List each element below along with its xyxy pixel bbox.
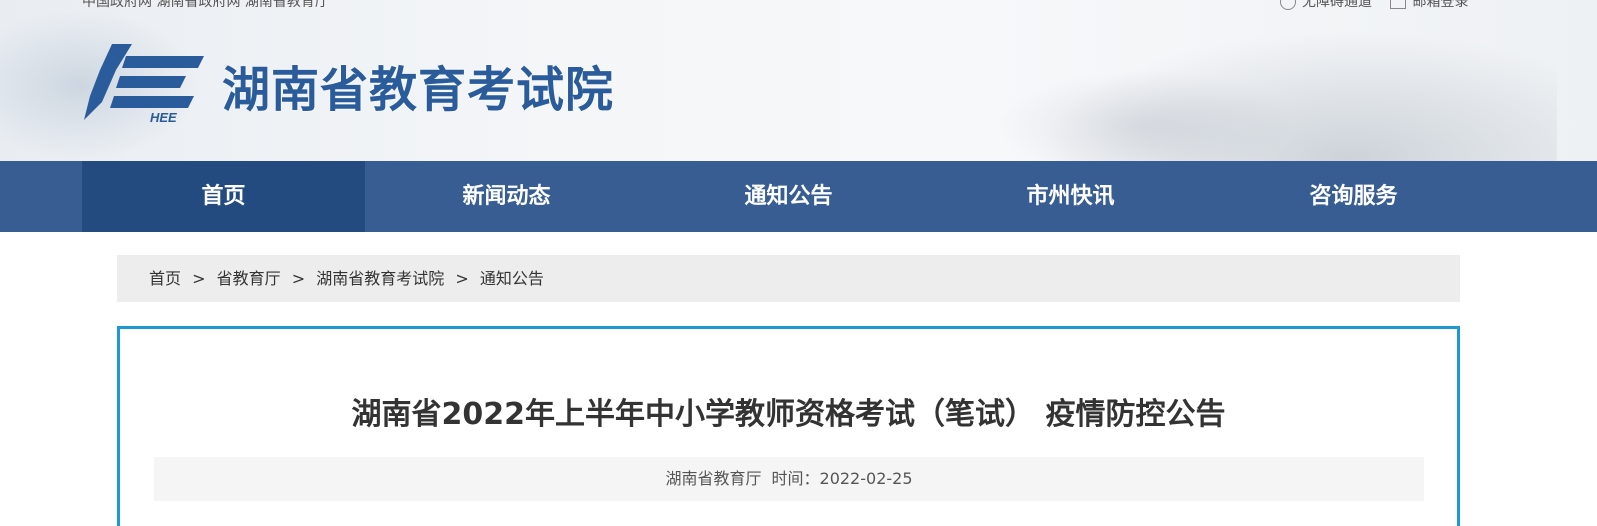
nav-consulting[interactable]: 咨询服务 <box>1212 161 1495 232</box>
breadcrumb-notices[interactable]: 通知公告 <box>480 269 544 288</box>
article-meta: 湖南省教育厅 时间：2022-02-25 <box>154 457 1424 501</box>
breadcrumb-separator: > <box>192 269 206 288</box>
nav-news[interactable]: 新闻动态 <box>365 161 648 232</box>
header-banner: 中国政府网 湖南省政府网 湖南省教育厅 无障碍通道 邮箱登录 HEE 湖南省教育… <box>0 0 1597 161</box>
logo-text: HEE <box>150 110 177 124</box>
top-links: 中国政府网 湖南省政府网 湖南省教育厅 <box>82 0 329 11</box>
breadcrumb-edu-dept[interactable]: 省教育厅 <box>217 269 281 288</box>
article-panel: 湖南省2022年上半年中小学教师资格考试（笔试） 疫情防控公告 湖南省教育厅 时间… <box>117 326 1460 526</box>
article-date: 2022-02-25 <box>819 469 913 488</box>
accessibility-icon <box>1280 0 1296 10</box>
article-time-label: 时间： <box>771 469 820 488</box>
email-login-link[interactable]: 邮箱登录 <box>1412 0 1468 10</box>
breadcrumb-exam-institute[interactable]: 湖南省教育考试院 <box>316 269 444 288</box>
nav-home[interactable]: 首页 <box>82 161 365 232</box>
site-title[interactable]: 湖南省教育考试院 <box>222 50 614 120</box>
breadcrumb: 首页 > 省教育厅 > 湖南省教育考试院 > 通知公告 <box>117 255 1460 302</box>
top-link-hunan-gov[interactable]: 湖南省政府网 <box>156 0 240 10</box>
banner-decoration-mountain <box>997 70 1297 161</box>
top-right-links: 无障碍通道 邮箱登录 <box>1280 0 1468 11</box>
nav-notices[interactable]: 通知公告 <box>647 161 930 232</box>
breadcrumb-separator: > <box>455 269 469 288</box>
nav-city-news[interactable]: 市州快讯 <box>929 161 1212 232</box>
article-title: 湖南省2022年上半年中小学教师资格考试（笔试） 疫情防控公告 <box>351 397 1226 432</box>
article-source: 湖南省教育厅 <box>665 469 762 488</box>
mail-icon <box>1390 0 1407 9</box>
breadcrumb-home[interactable]: 首页 <box>149 269 181 288</box>
accessibility-link[interactable]: 无障碍通道 <box>1302 0 1372 10</box>
main-nav: 首页 新闻动态 通知公告 市州快讯 咨询服务 <box>0 161 1597 232</box>
top-link-gov[interactable]: 中国政府网 <box>82 0 152 10</box>
top-link-edu-dept[interactable]: 湖南省教育厅 <box>245 0 329 10</box>
breadcrumb-separator: > <box>291 269 306 288</box>
hee-logo-icon[interactable]: HEE <box>82 40 206 124</box>
